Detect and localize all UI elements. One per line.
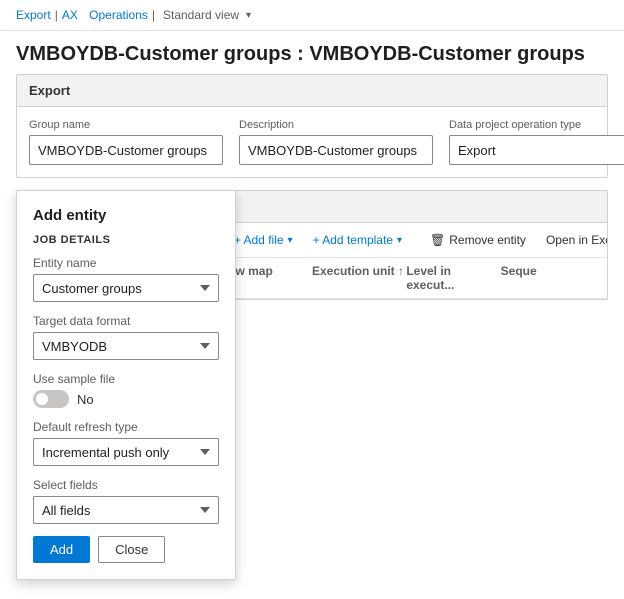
use-sample-field: Use sample file No — [33, 372, 219, 408]
breadcrumb-sep2: | — [152, 8, 155, 22]
toggle-off-label: No — [77, 392, 94, 407]
export-section: Export Group name Description Data proje… — [16, 74, 608, 178]
flyout-title: Add entity — [33, 207, 219, 224]
select-fields-label: Select fields — [33, 478, 219, 492]
close-button[interactable]: Close — [98, 536, 165, 563]
group-name-field: Group name — [29, 119, 223, 165]
breadcrumb-colon — [82, 8, 85, 22]
flyout-buttons: Add Close — [33, 536, 219, 563]
entity-name-field: Entity name Customer groups — [33, 256, 219, 302]
remove-entity-button[interactable]: 🗑 Remove entity — [422, 229, 534, 251]
chevron-down-icon: ▾ — [246, 10, 251, 21]
operation-type-field: Data project operation type — [449, 119, 624, 165]
add-file-label: + Add file — [234, 233, 284, 247]
operation-type-input[interactable] — [449, 135, 624, 165]
operation-type-label: Data project operation type — [449, 119, 624, 131]
target-format-select[interactable]: VMBYODB — [33, 332, 219, 360]
group-name-input[interactable] — [29, 135, 223, 165]
entity-name-label: Entity name — [33, 256, 219, 270]
description-field: Description — [239, 119, 433, 165]
add-template-chevron-icon: ▾ — [397, 235, 402, 246]
breadcrumb-sep1: | — [55, 8, 58, 22]
col-execution-unit: Execution unit ↑ — [312, 264, 406, 292]
remove-entity-label: Remove entity — [449, 233, 526, 247]
toggle-row: No — [33, 390, 219, 408]
add-button[interactable]: Add — [33, 536, 90, 563]
add-file-chevron-icon: ▾ — [288, 235, 293, 246]
add-file-button[interactable]: + Add file ▾ — [226, 229, 301, 251]
target-format-label: Target data format — [33, 314, 219, 328]
col-level-in-exec: Level in execut... — [406, 264, 500, 292]
refresh-type-label: Default refresh type — [33, 420, 219, 434]
breadcrumb-view-dropdown[interactable]: Standard view ▾ — [159, 8, 255, 22]
breadcrumb-export[interactable]: Export — [16, 8, 51, 22]
breadcrumb-ax[interactable]: AX — [62, 8, 78, 22]
use-sample-label: Use sample file — [33, 372, 219, 386]
target-format-field: Target data format VMBYODB — [33, 314, 219, 360]
description-input[interactable] — [239, 135, 433, 165]
use-sample-toggle[interactable] — [33, 390, 69, 408]
toggle-thumb — [36, 393, 48, 405]
page-title: VMBOYDB-Customer groups : VMBOYDB-Custom… — [0, 31, 624, 74]
flyout-section-label: JOB DETAILS — [33, 234, 219, 246]
col-sequence: Seque — [501, 264, 595, 292]
add-template-button[interactable]: + Add template ▾ — [305, 229, 410, 251]
export-section-header: Export — [17, 75, 607, 107]
description-label: Description — [239, 119, 433, 131]
trash-icon: 🗑 — [430, 233, 445, 247]
refresh-type-select[interactable]: Incremental push only — [33, 438, 219, 466]
select-fields-field: Select fields All fields — [33, 478, 219, 524]
breadcrumb-view-label: Standard view — [163, 8, 239, 22]
entity-name-select[interactable]: Customer groups — [33, 274, 219, 302]
refresh-type-field: Default refresh type Incremental push on… — [33, 420, 219, 466]
group-name-label: Group name — [29, 119, 223, 131]
breadcrumb-operations[interactable]: Operations — [89, 8, 148, 22]
open-in-excel-label: Open in Excel — [546, 233, 607, 247]
open-in-excel-button[interactable]: Open in Excel — [538, 229, 607, 251]
add-template-label: + Add template — [313, 233, 393, 247]
select-fields-select[interactable]: All fields — [33, 496, 219, 524]
add-entity-panel: Add entity JOB DETAILS Entity name Custo… — [16, 190, 236, 580]
breadcrumb: Export | AX Operations | Standard view ▾ — [0, 0, 624, 31]
